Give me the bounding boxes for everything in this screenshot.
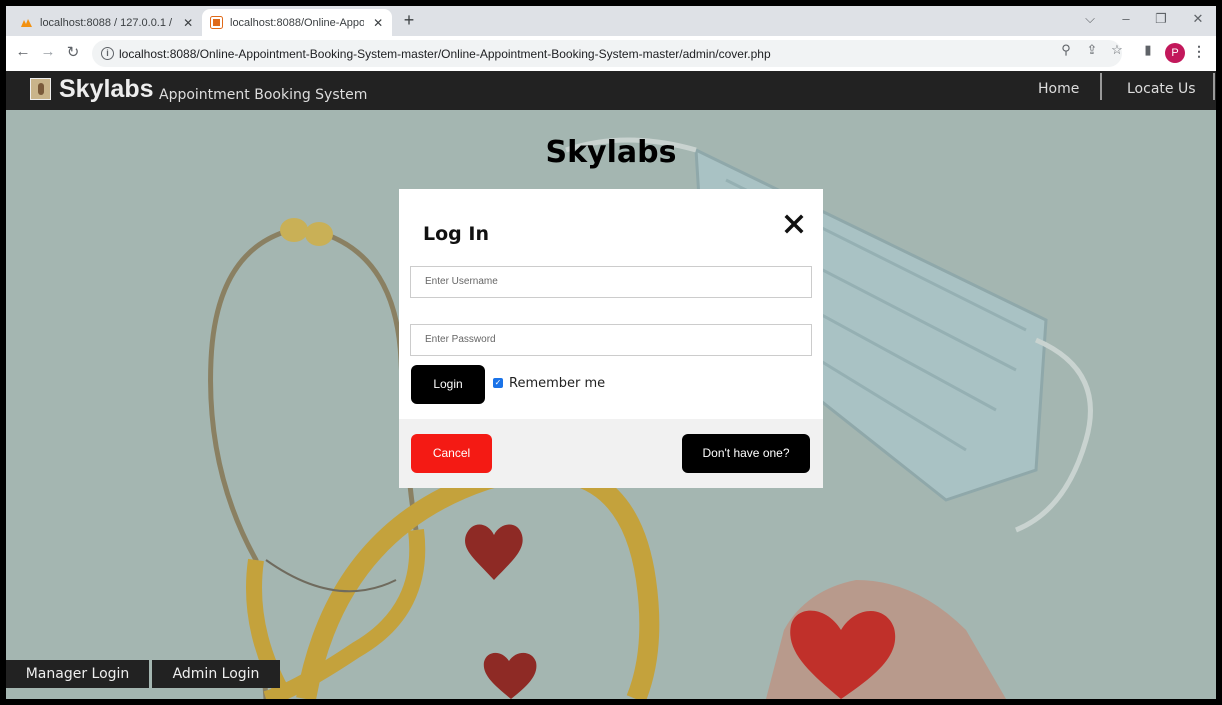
nav-divider xyxy=(1213,73,1215,100)
bookmark-star-icon[interactable]: ☆ xyxy=(1109,42,1125,58)
tab-appointment-system[interactable]: localhost:8088/Online-Appointm ✕ xyxy=(202,9,392,36)
browser-toolbar: ← → ↻ i localhost:8088/Online-Appointmen… xyxy=(6,36,1216,71)
tab-phpmyadmin[interactable]: localhost:8088 / 127.0.0.1 / wt_d ✕ xyxy=(12,9,202,36)
tab-close-icon[interactable]: ✕ xyxy=(182,16,194,30)
site-logo[interactable] xyxy=(30,78,51,100)
tab-title: localhost:8088/Online-Appointm xyxy=(230,16,365,29)
username-input[interactable]: Enter Username xyxy=(410,266,812,298)
phpmyadmin-icon xyxy=(21,19,32,27)
brand-name[interactable]: Skylabs xyxy=(59,75,154,104)
web-page: Skylabs Appointment Booking System Home … xyxy=(6,71,1216,699)
site-navbar: Skylabs Appointment Booking System Home … xyxy=(6,71,1216,110)
tab-strip: localhost:8088 / 127.0.0.1 / wt_d ✕ loca… xyxy=(6,6,1216,36)
modal-footer: Cancel Don't have one? xyxy=(399,419,823,488)
manager-login-button[interactable]: Manager Login xyxy=(6,660,149,688)
login-modal: Log In Enter Username Enter Password Log… xyxy=(399,189,823,488)
close-icon[interactable] xyxy=(783,213,805,235)
admin-login-button[interactable]: Admin Login xyxy=(152,660,280,688)
nav-link-locate-us[interactable]: Locate Us xyxy=(1127,81,1196,97)
brand-subtitle: Appointment Booking System xyxy=(159,87,368,103)
remember-me-label[interactable]: Remember me xyxy=(509,376,605,391)
signup-button[interactable]: Don't have one? xyxy=(682,434,810,473)
remember-me-checkbox[interactable]: ✓ xyxy=(493,378,503,388)
url-text[interactable]: localhost:8088/Online-Appointment-Bookin… xyxy=(119,47,771,61)
share-icon[interactable]: ⇪ xyxy=(1084,42,1100,58)
site-info-icon[interactable]: i xyxy=(101,47,114,60)
password-input[interactable]: Enter Password xyxy=(410,324,812,356)
nav-link-home[interactable]: Home xyxy=(1038,81,1079,97)
tab-close-icon[interactable]: ✕ xyxy=(372,16,384,30)
browser-window: localhost:8088 / 127.0.0.1 / wt_d ✕ loca… xyxy=(6,6,1216,699)
profile-avatar[interactable]: P xyxy=(1165,43,1185,63)
site-favicon xyxy=(210,16,223,29)
side-panel-icon[interactable]: ▮ xyxy=(1140,42,1156,58)
new-tab-button[interactable]: + xyxy=(398,10,420,31)
cancel-button[interactable]: Cancel xyxy=(411,434,492,473)
address-bar[interactable]: i localhost:8088/Online-Appointment-Book… xyxy=(92,40,1122,67)
nav-divider xyxy=(1100,73,1102,100)
browser-menu-icon[interactable]: ⋮ xyxy=(1192,43,1206,60)
modal-title: Log In xyxy=(423,223,489,245)
login-button[interactable]: Login xyxy=(411,365,485,404)
forward-button[interactable]: → xyxy=(38,43,58,60)
minimize-button[interactable]: – xyxy=(1116,11,1136,26)
tab-title: localhost:8088 / 127.0.0.1 / wt_d xyxy=(40,16,174,29)
reload-button[interactable]: ↻ xyxy=(63,43,83,61)
close-window-button[interactable]: ✕ xyxy=(1188,11,1208,27)
zoom-icon[interactable]: ⚲ xyxy=(1058,42,1074,58)
back-button[interactable]: ← xyxy=(13,43,33,60)
page-title: Skylabs xyxy=(545,135,677,170)
tab-search-icon[interactable]: ⌵ xyxy=(1080,11,1100,27)
restore-button[interactable]: ❐ xyxy=(1151,11,1171,27)
